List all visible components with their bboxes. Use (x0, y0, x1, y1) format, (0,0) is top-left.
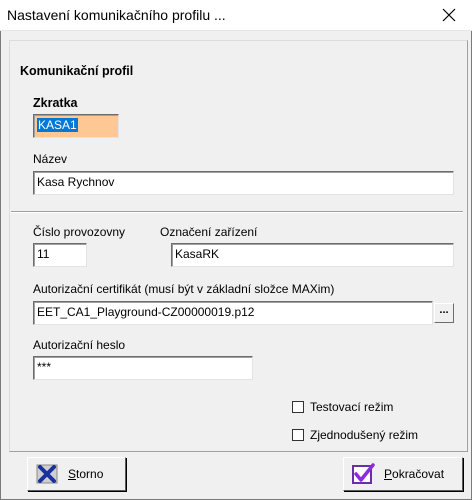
nazev-field[interactable]: Kasa Rychnov (33, 171, 454, 195)
oznaceni-zarizeni-field[interactable]: KasaRK (171, 243, 454, 267)
zkratka-value: KASA1 (37, 118, 78, 132)
storno-label: Storno (68, 467, 104, 481)
zjednoduseny-rezim-label: Zjednodušený režim (310, 428, 419, 442)
browse-certificate-button[interactable]: ... (434, 303, 454, 323)
section-title: Komunikační profil (20, 64, 134, 78)
testovaci-rezim-option[interactable]: Testovací režim (292, 400, 393, 414)
title-bar: Nastavení komunikačního profilu ... (0, 0, 472, 31)
cislo-provozovny-field[interactable]: 11 (33, 243, 87, 267)
pokracovat-label: Pokračovat (384, 467, 445, 481)
cancel-x-icon (36, 464, 58, 484)
close-icon (442, 8, 456, 22)
zjednoduseny-rezim-checkbox[interactable] (292, 429, 304, 441)
window-title: Nastavení komunikačního profilu ... (7, 7, 226, 23)
certifikat-label: Autorizační certifikát (musí být v zákla… (33, 282, 335, 296)
storno-button[interactable]: Storno (27, 457, 126, 491)
testovaci-rezim-checkbox[interactable] (292, 401, 304, 413)
section-divider (11, 211, 463, 213)
cislo-provozovny-label: Číslo provozovny (33, 225, 126, 239)
heslo-label: Autorizační heslo (33, 338, 126, 352)
zkratka-label: Zkratka (33, 96, 78, 110)
close-button[interactable] (426, 0, 472, 30)
heslo-field[interactable]: *** (33, 356, 253, 380)
pokracovat-button[interactable]: Pokračovat (343, 457, 463, 491)
checkmark-icon (352, 463, 375, 484)
zjednoduseny-rezim-option[interactable]: Zjednodušený režim (292, 428, 418, 442)
testovaci-rezim-label: Testovací režim (310, 400, 394, 414)
zkratka-field[interactable]: KASA1 (33, 114, 119, 138)
certifikat-field[interactable]: EET_CA1_Playground-CZ00000019.p12 (33, 301, 433, 325)
oznaceni-zarizeni-label: Označení zařízení (160, 225, 258, 239)
nazev-label: Název (33, 152, 68, 166)
